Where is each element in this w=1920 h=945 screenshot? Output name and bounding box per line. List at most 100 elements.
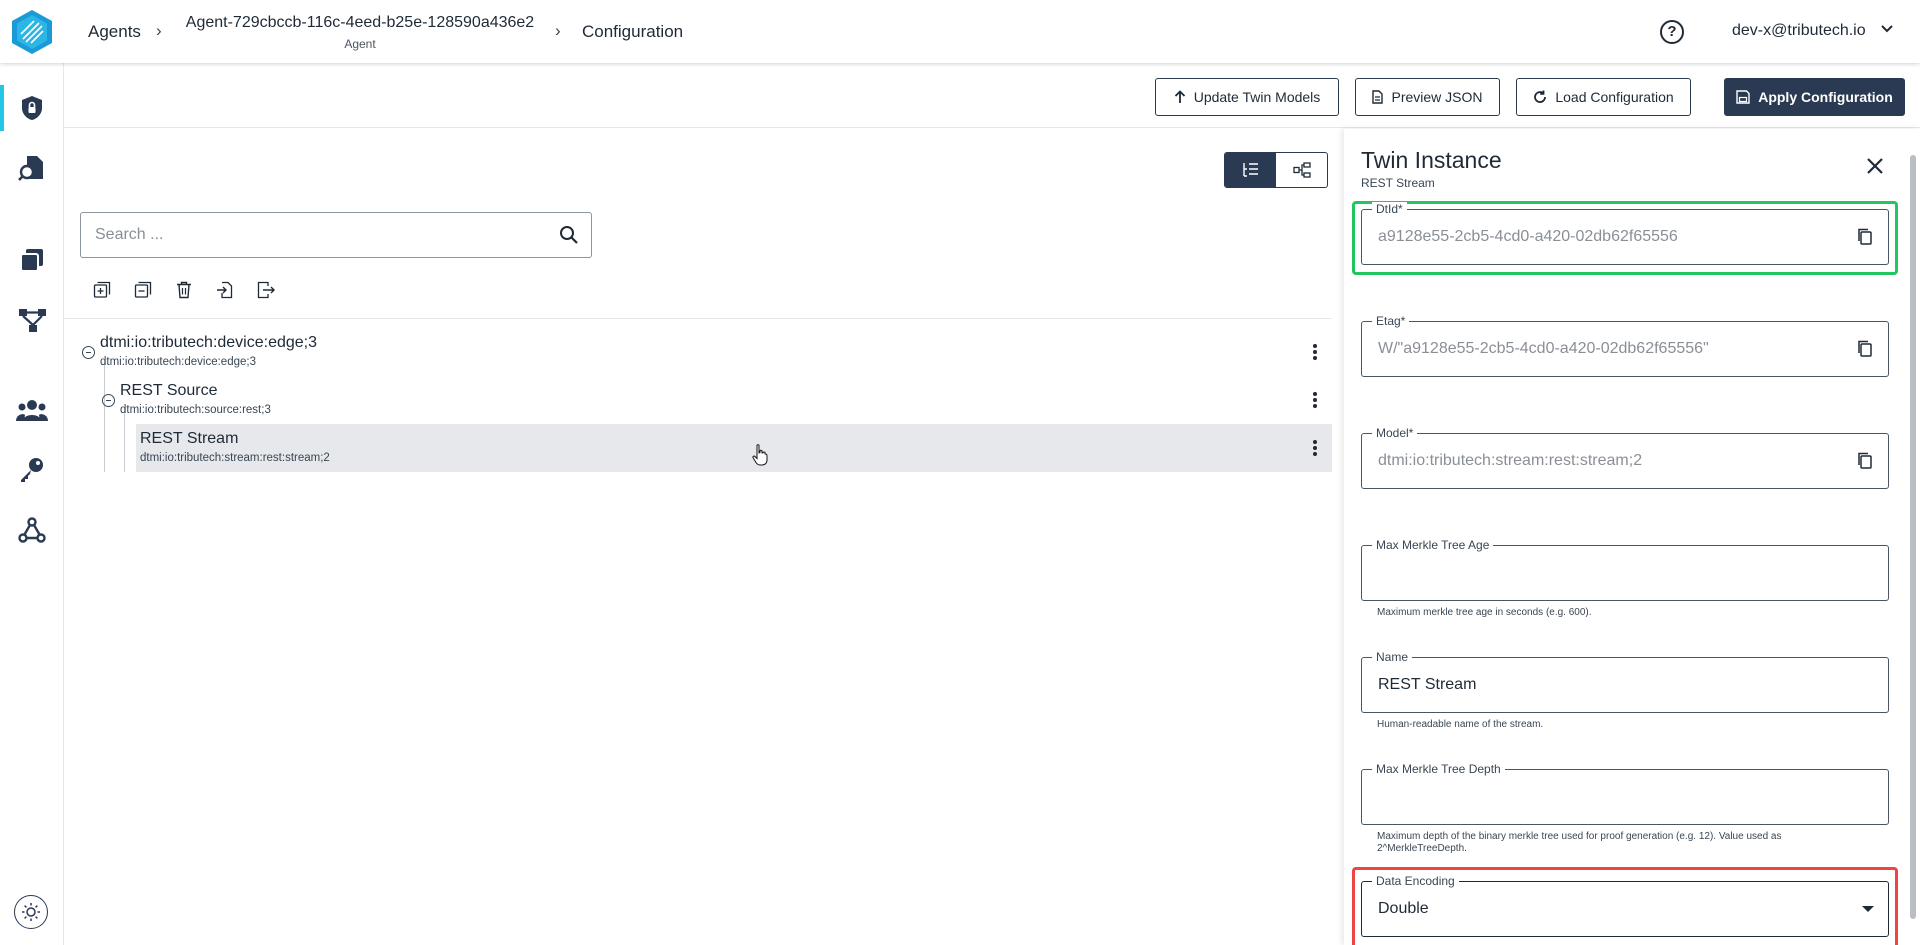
load-configuration-label: Load Configuration bbox=[1555, 89, 1674, 105]
max-merkle-tree-depth-field[interactable]: Max Merkle Tree Depth bbox=[1361, 762, 1889, 825]
arrow-up-icon bbox=[1174, 90, 1185, 103]
collapse-toggle-icon[interactable] bbox=[102, 394, 115, 407]
etag-field[interactable]: Etag* W/"a9128e55-2cb5-4cd0-a420-02db62f… bbox=[1361, 314, 1889, 377]
tree-node-rest-source[interactable]: REST Source dtmi:io:tributech:source:res… bbox=[120, 382, 271, 416]
field-value: W/"a9128e55-2cb5-4cd0-a420-02db62f65556" bbox=[1378, 340, 1709, 357]
tree-view-button[interactable] bbox=[1225, 153, 1276, 187]
data-encoding-select[interactable]: Data Encoding Double bbox=[1361, 874, 1889, 937]
preview-json-label: Preview JSON bbox=[1391, 89, 1483, 105]
tree-node-device[interactable]: dtmi:io:tributech:device:edge;3 dtmi:io:… bbox=[100, 334, 317, 368]
breadcrumb-chevron-icon: › bbox=[156, 21, 162, 40]
tree-node-rest-stream[interactable]: REST Stream dtmi:io:tributech:stream:res… bbox=[140, 430, 330, 464]
layers-icon bbox=[20, 249, 43, 272]
breadcrumb-agents[interactable]: Agents bbox=[88, 22, 141, 42]
users-icon bbox=[16, 400, 48, 421]
update-twin-models-button[interactable]: Update Twin Models bbox=[1155, 78, 1339, 116]
view-toggle bbox=[1224, 152, 1328, 188]
breadcrumb-configuration: Configuration bbox=[582, 22, 684, 41]
graph-view-button[interactable] bbox=[1276, 153, 1327, 187]
copy-icon[interactable] bbox=[1856, 227, 1874, 247]
field-help-text: Maximum merkle tree age in seconds (e.g.… bbox=[1377, 607, 1592, 618]
file-icon bbox=[1372, 90, 1384, 104]
panel-title: Twin Instance bbox=[1361, 147, 1502, 173]
tributech-logo[interactable] bbox=[9, 9, 55, 55]
search-input[interactable] bbox=[95, 213, 535, 257]
apply-configuration-label: Apply Configuration bbox=[1758, 89, 1893, 105]
more-vertical-icon[interactable] bbox=[1310, 390, 1320, 410]
field-label: Max Merkle Tree Depth bbox=[1372, 762, 1505, 776]
copy-icon[interactable] bbox=[1856, 451, 1874, 471]
update-twin-models-label: Update Twin Models bbox=[1193, 89, 1321, 105]
field-label: Name bbox=[1372, 650, 1413, 664]
more-vertical-icon[interactable] bbox=[1310, 342, 1320, 362]
tree-node-title: dtmi:io:tributech:device:edge;3 bbox=[100, 334, 318, 351]
twin-instance-panel: Twin Instance REST Stream DtId* a9128e55… bbox=[1344, 129, 1920, 945]
help-icon[interactable]: ? bbox=[1660, 20, 1684, 44]
collapse-all-icon[interactable] bbox=[133, 280, 153, 300]
sun-icon bbox=[22, 903, 40, 921]
webhook-icon bbox=[18, 517, 46, 543]
field-label: DtId* bbox=[1372, 202, 1407, 216]
workflow-icon bbox=[19, 309, 46, 332]
breadcrumb-agent-sub: Agent bbox=[344, 37, 376, 51]
sidebar-item-security[interactable] bbox=[0, 83, 64, 133]
field-value: a9128e55-2cb5-4cd0-a420-02db62f65556 bbox=[1378, 228, 1678, 245]
copy-icon[interactable] bbox=[1856, 339, 1874, 359]
name-field[interactable]: Name REST Stream bbox=[1361, 650, 1889, 713]
panel-scrollbar-thumb[interactable] bbox=[1910, 155, 1916, 919]
load-configuration-button[interactable]: Load Configuration bbox=[1516, 78, 1691, 116]
preview-json-button[interactable]: Preview JSON bbox=[1355, 78, 1500, 116]
sidebar-item-agents[interactable] bbox=[0, 235, 64, 285]
trash-icon[interactable] bbox=[174, 280, 194, 300]
save-icon bbox=[1736, 90, 1750, 104]
sidebar-item-workflows[interactable] bbox=[0, 295, 64, 345]
max-merkle-tree-age-field[interactable]: Max Merkle Tree Age bbox=[1361, 538, 1889, 601]
tree-node-subtitle: dtmi:io:tributech:device:edge;3 bbox=[100, 356, 256, 368]
graph-icon bbox=[1292, 162, 1311, 178]
breadcrumb-agent[interactable]: Agent-729cbccb-116c-4eed-b25e-128590a436… bbox=[182, 14, 538, 51]
field-help-text: Maximum depth of the binary merkle tree … bbox=[1377, 831, 1782, 854]
dropdown-caret-icon[interactable] bbox=[1862, 906, 1874, 912]
sidebar-item-documents[interactable] bbox=[0, 143, 64, 193]
sidebar bbox=[0, 63, 64, 945]
tree-node-title: REST Stream bbox=[140, 430, 239, 447]
expand-all-icon[interactable] bbox=[92, 280, 112, 300]
sidebar-item-webhooks[interactable] bbox=[0, 505, 64, 555]
tree-guide-line bbox=[124, 408, 125, 472]
field-label: Etag* bbox=[1372, 314, 1410, 328]
search-box bbox=[80, 212, 592, 258]
theme-toggle-button[interactable] bbox=[14, 895, 48, 929]
export-icon[interactable] bbox=[256, 280, 276, 300]
dtid-field[interactable]: DtId* a9128e55-2cb5-4cd0-a420-02db62f655… bbox=[1361, 202, 1889, 265]
field-label: Max Merkle Tree Age bbox=[1372, 538, 1494, 552]
model-field[interactable]: Model* dtmi:io:tributech:stream:rest:str… bbox=[1361, 426, 1889, 489]
refresh-icon bbox=[1534, 90, 1547, 103]
configuration-toolbar: Update Twin Models Preview JSON Load Con… bbox=[64, 63, 1920, 128]
divider bbox=[64, 318, 1332, 319]
tree-actions bbox=[92, 280, 276, 300]
chevron-down-icon[interactable] bbox=[1880, 24, 1894, 34]
key-icon bbox=[21, 458, 43, 482]
top-bar: Agents › Agent-729cbccb-116c-4eed-b25e-1… bbox=[0, 0, 1920, 63]
more-vertical-icon[interactable] bbox=[1310, 438, 1320, 458]
field-help-text: Human-readable name of the stream. bbox=[1377, 719, 1544, 730]
sidebar-item-users[interactable] bbox=[0, 385, 64, 435]
tree-list-icon bbox=[1242, 163, 1258, 177]
panel-subtitle: REST Stream bbox=[1361, 176, 1435, 190]
close-icon[interactable] bbox=[1864, 155, 1886, 177]
sidebar-item-keys[interactable] bbox=[0, 445, 64, 495]
field-label: Data Encoding bbox=[1372, 874, 1459, 888]
file-search-icon bbox=[18, 156, 43, 181]
search-icon[interactable] bbox=[559, 225, 579, 245]
import-icon[interactable] bbox=[215, 280, 235, 300]
apply-configuration-button[interactable]: Apply Configuration bbox=[1724, 78, 1905, 116]
collapse-toggle-icon[interactable] bbox=[82, 346, 95, 359]
user-menu[interactable]: dev-x@tributech.io bbox=[1732, 22, 1866, 40]
shield-lock-icon bbox=[22, 96, 42, 120]
breadcrumb-chevron-icon: › bbox=[555, 21, 561, 40]
breadcrumb-agent-id: Agent-729cbccb-116c-4eed-b25e-128590a436… bbox=[185, 14, 535, 31]
field-value: Double bbox=[1378, 900, 1429, 917]
tree-node-subtitle: dtmi:io:tributech:source:rest;3 bbox=[120, 404, 271, 416]
tree-guide-line bbox=[104, 360, 105, 472]
hand-cursor-icon bbox=[752, 444, 768, 466]
